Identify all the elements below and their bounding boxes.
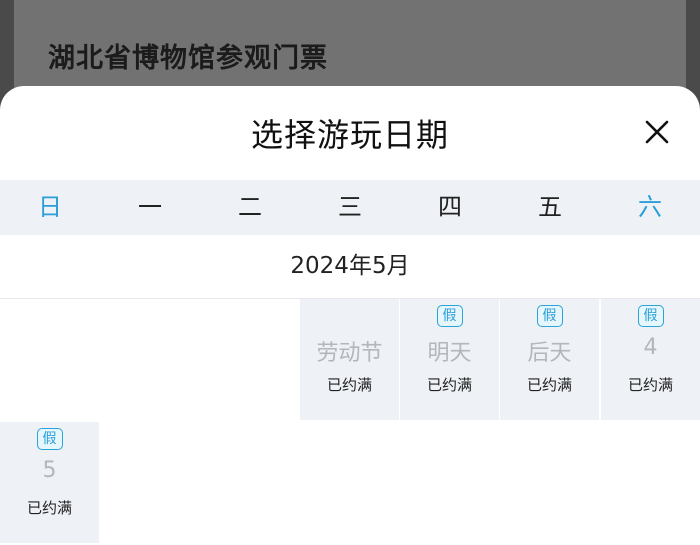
close-icon [645, 120, 669, 144]
weekday-wed: 三 [338, 193, 362, 221]
holiday-badge: 假 [36, 428, 63, 450]
day-label: 后天 [527, 341, 572, 366]
day-status: 已约满 [426, 376, 472, 394]
day-status: 已约满 [627, 376, 673, 394]
day-label: 5 [42, 458, 57, 483]
weekday-sat: 六 [638, 193, 662, 221]
month-title: 2024年5月 [0, 235, 700, 299]
day-label: 明天 [427, 341, 472, 366]
background-title: 湖北省博物馆参观门票 [48, 43, 328, 74]
day-status: 已约满 [326, 376, 372, 394]
calendar-day-cell[interactable]: 假 4 已约满 [601, 299, 700, 420]
weekday-fri: 五 [538, 193, 562, 221]
holiday-badge: 假 [637, 305, 664, 327]
calendar-day-cell[interactable]: 假 后天 已约满 [500, 299, 599, 420]
close-button[interactable] [644, 119, 670, 145]
calendar-day-cell[interactable]: 假 5 已约满 [0, 422, 99, 543]
holiday-badge: 假 [436, 305, 463, 327]
weekday-tue: 二 [238, 193, 262, 221]
day-status: 已约满 [26, 499, 72, 517]
holiday-badge: 假 [536, 305, 563, 327]
sheet-header: 选择游玩日期 [0, 86, 700, 181]
day-label: 4 [643, 335, 658, 360]
sheet-title: 选择游玩日期 [250, 116, 449, 154]
date-picker-sheet: 选择游玩日期 日 一 二 三 四 五 六 2024年5月 劳动节 已约满 假 明… [0, 86, 700, 545]
calendar-day-cell[interactable]: 劳动节 已约满 [300, 299, 400, 420]
day-status: 已约满 [526, 376, 572, 394]
weekday-sun: 日 [38, 193, 62, 221]
weekday-thu: 四 [438, 193, 462, 221]
weekday-header-row: 日 一 二 三 四 五 六 [0, 180, 700, 235]
calendar-day-cell[interactable]: 假 明天 已约满 [400, 299, 499, 420]
day-label: 劳动节 [316, 341, 383, 366]
weekday-mon: 一 [138, 193, 162, 221]
